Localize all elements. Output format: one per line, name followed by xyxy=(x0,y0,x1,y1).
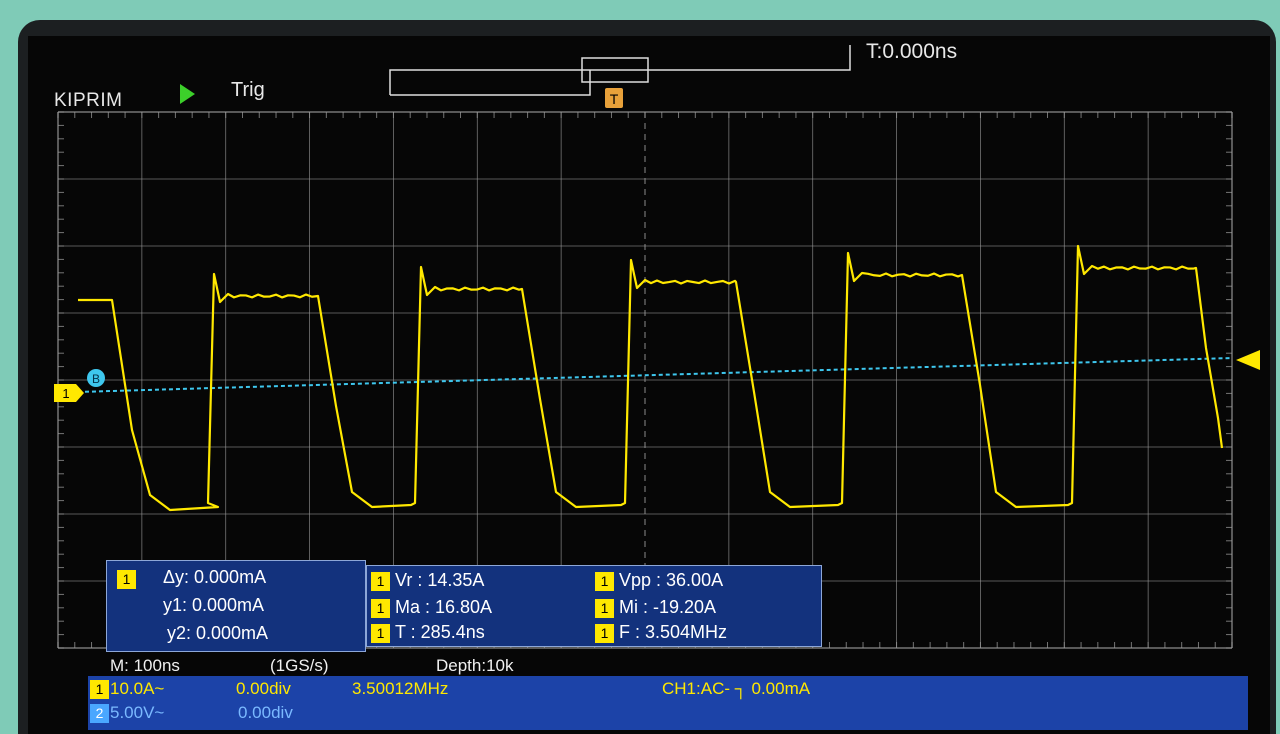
meas-channel-badge: 1 xyxy=(595,572,614,591)
ch1-ground-marker[interactable]: 1 xyxy=(54,384,84,402)
ch2-marker-label: B xyxy=(92,372,100,386)
cursor-y1: y1: 0.000mA xyxy=(163,595,265,615)
ch2-ground-marker[interactable]: B xyxy=(87,369,105,387)
cursor-channel-badge: 1 xyxy=(117,570,136,589)
measurement-period: T : 285.4ns xyxy=(395,622,485,642)
meas-channel-badge: 1 xyxy=(371,624,390,643)
trigger-level-arrow[interactable] xyxy=(1236,350,1260,370)
meas-channel-badge: 1 xyxy=(595,599,614,618)
ch1-offset[interactable]: 0.00div xyxy=(236,679,291,699)
trigger-status: Trig xyxy=(231,79,265,101)
trigger-settings[interactable]: CH1:AC- ┐ 0.00mA xyxy=(662,679,810,699)
trigger-time-marker[interactable]: T xyxy=(605,88,623,108)
brand-logo: KIPRIM xyxy=(54,90,123,111)
timebase-readout[interactable]: M: 100ns xyxy=(110,656,180,676)
cursor-delta-y: Δy: 0.000mA xyxy=(163,567,267,587)
ch2-scale[interactable]: 5.00V~ xyxy=(110,703,164,723)
ch2-trace xyxy=(77,357,1233,393)
measurement-frequency: F : 3.504MHz xyxy=(619,622,728,642)
ch1-marker-label: 1 xyxy=(62,386,69,401)
memory-overview-bar[interactable] xyxy=(389,45,851,96)
sample-rate-readout: (1GS/s) xyxy=(270,656,329,675)
time-position-readout: T:0.000ns xyxy=(866,40,958,63)
ch1-frequency-counter: 3.50012MHz xyxy=(352,679,449,698)
ch1-badge[interactable]: 1 xyxy=(90,680,109,699)
ch1-scale[interactable]: 10.0A~ xyxy=(110,679,164,699)
ch2-badge[interactable]: 2 xyxy=(90,704,109,723)
trigger-marker-label: T xyxy=(610,91,619,107)
cursor-panel: 1 Δy: 0.000mA y1: 0.000mA y2: 0.000mA xyxy=(106,560,366,652)
measurement-max: Ma : 16.80A xyxy=(395,597,493,617)
measurement-panel: 1 Vr : 14.35A 1 Vpp : 36.00A 1 Ma : 16.8… xyxy=(366,565,822,647)
ch1-trace xyxy=(78,244,1224,512)
meas-channel-badge: 1 xyxy=(595,624,614,643)
measurement-min: Mi : -19.20A xyxy=(619,597,717,617)
measurement-vpp: Vpp : 36.00A xyxy=(619,570,724,590)
meas-channel-badge: 1 xyxy=(371,572,390,591)
measurement-vr: Vr : 14.35A xyxy=(395,570,485,590)
meas-channel-badge: 1 xyxy=(371,599,390,618)
memory-depth-readout[interactable]: Depth:10k xyxy=(436,656,514,676)
ch2-offset[interactable]: 0.00div xyxy=(238,703,293,723)
cursor-y2: y2: 0.000mA xyxy=(167,623,269,643)
run-status-icon xyxy=(180,84,195,104)
